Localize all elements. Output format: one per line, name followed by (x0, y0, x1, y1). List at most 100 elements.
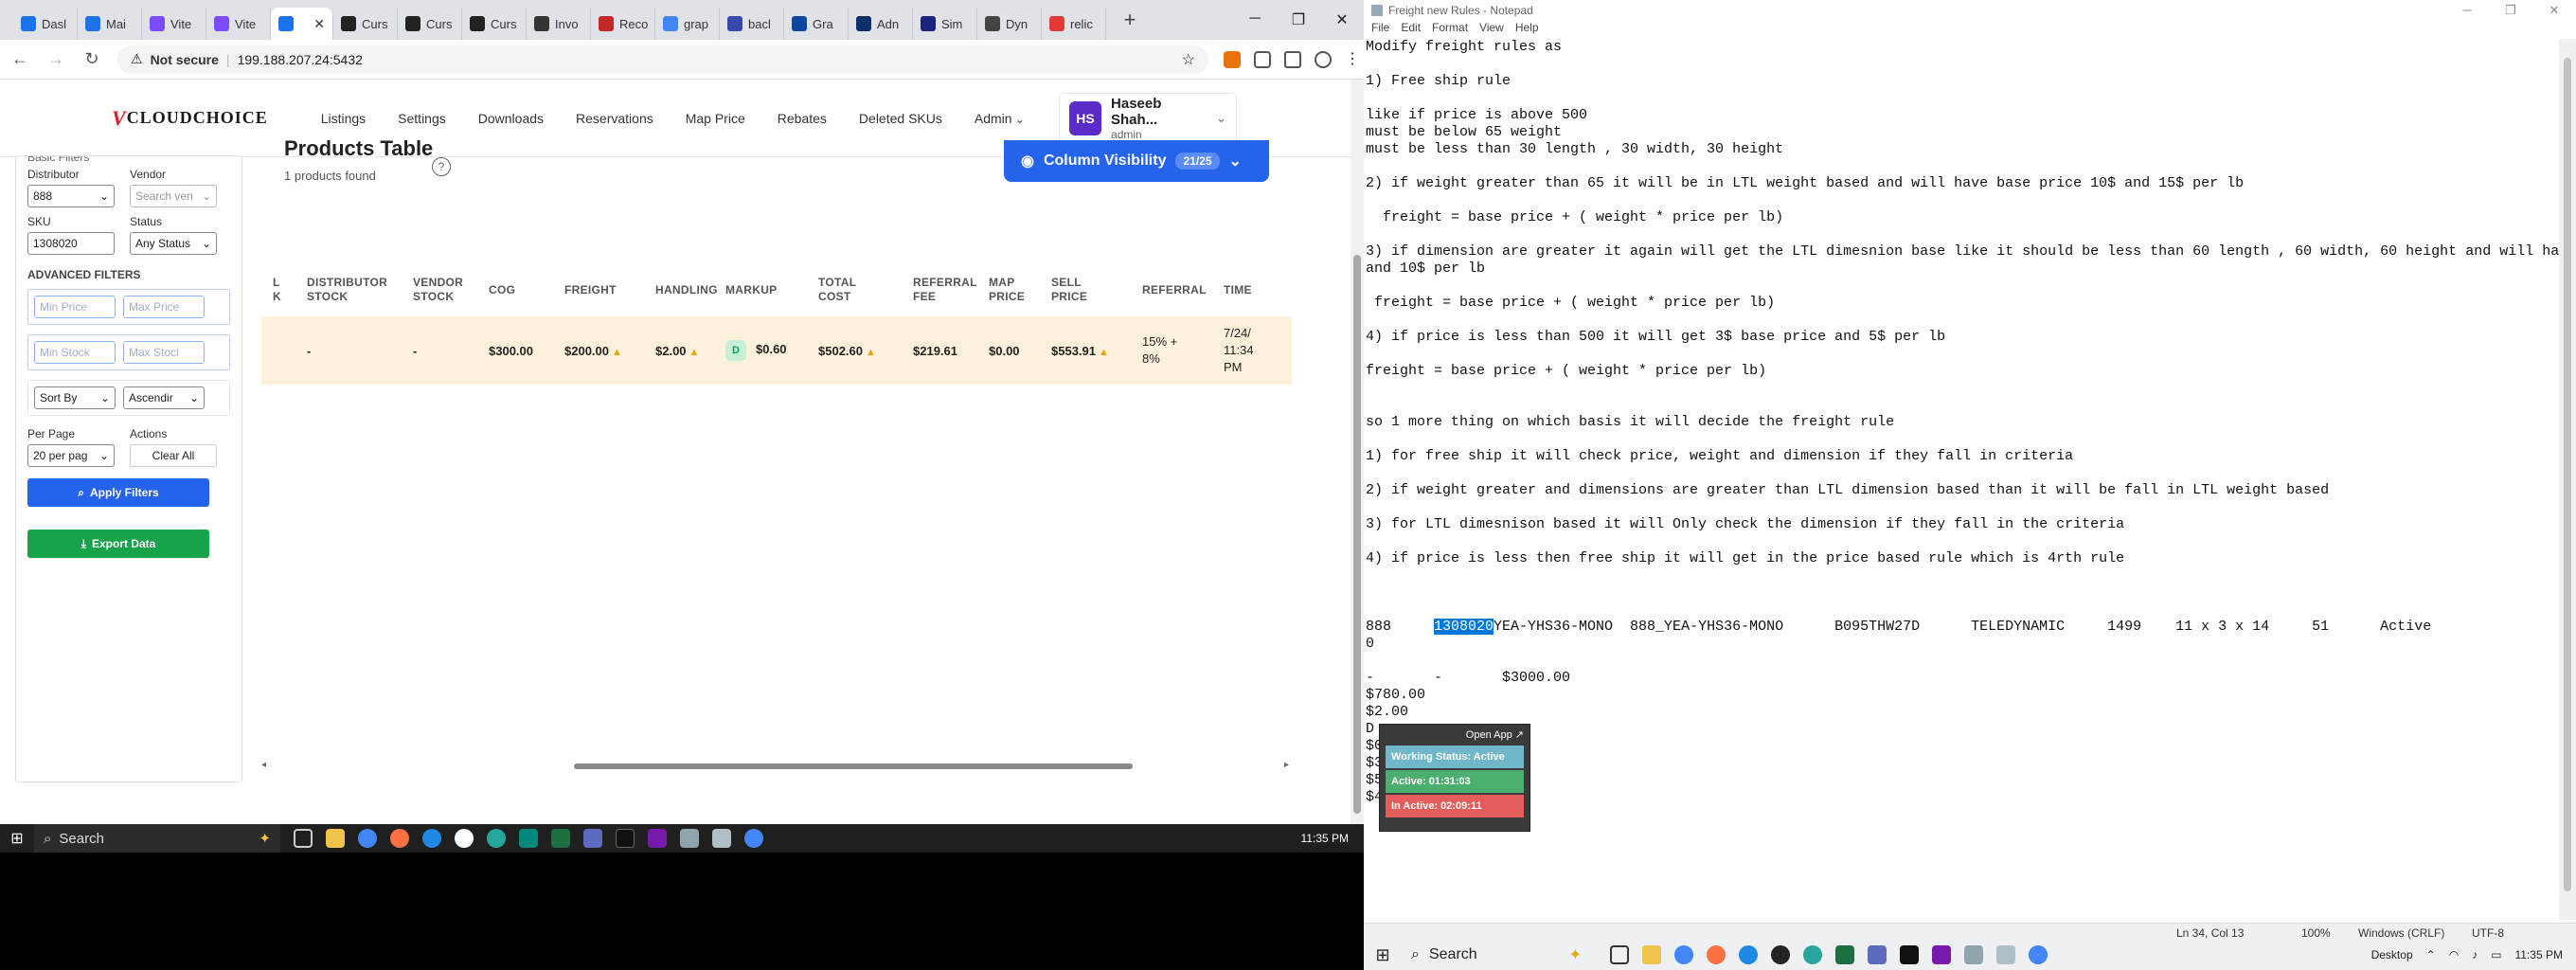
app-icon[interactable] (712, 829, 731, 848)
clock[interactable]: 11:35 PM (2515, 948, 2563, 961)
browser-tab[interactable]: Mai (78, 8, 142, 40)
minimize-icon[interactable]: ─ (1233, 10, 1277, 29)
page-vertical-scrollbar[interactable] (1351, 80, 1364, 824)
help-icon[interactable]: ? (432, 157, 451, 176)
open-app-link[interactable]: Open App ↗ (1380, 725, 1530, 744)
browser-tab[interactable]: Curs (398, 8, 462, 40)
nav-link-listings[interactable]: Listings (321, 111, 366, 126)
column-header[interactable]: MARKUP (714, 283, 807, 297)
omnibox[interactable]: ⚠ Not secure | 199.188.207.24:5432 ☆ (117, 45, 1208, 74)
security-label[interactable]: Not secure (151, 52, 219, 67)
sku-input[interactable]: 1308020 (27, 232, 115, 255)
nav-link-deleted-skus[interactable]: Deleted SKUs (859, 111, 942, 126)
not-secure-icon[interactable]: ⚠ (131, 51, 143, 67)
sidepanel-icon[interactable] (1284, 50, 1301, 68)
puzzle-icon[interactable] (1254, 50, 1271, 68)
browser-tab[interactable]: Gra (784, 8, 849, 40)
app-icon[interactable] (1996, 945, 2015, 964)
onenote-icon[interactable] (1932, 945, 1951, 964)
restore-icon[interactable]: ❐ (1277, 10, 1320, 29)
menu-edit[interactable]: Edit (1401, 21, 1421, 38)
battery-icon[interactable]: ▭ (2491, 948, 2501, 961)
column-header[interactable]: REFERRAL FEE (902, 276, 977, 304)
min-stock-input[interactable]: Min Stock (34, 341, 116, 364)
scroll-left-icon[interactable]: ◂ (261, 760, 266, 770)
browser-tab[interactable]: relic (1042, 8, 1106, 40)
browser-tab[interactable]: Curs (333, 8, 398, 40)
scrollbar-thumb[interactable] (574, 763, 1133, 769)
url-text[interactable]: 199.188.207.24:5432 (238, 52, 363, 67)
browser-tab[interactable]: Vite (206, 8, 271, 40)
browser-tab[interactable]: Vite (142, 8, 206, 40)
profile-icon[interactable] (1315, 50, 1332, 68)
chrome-icon[interactable] (358, 829, 377, 848)
notepad-text-area[interactable]: Modify freight rules as 1) Free ship rul… (1366, 39, 2576, 931)
cell-freight[interactable]: $200.00 ▲ (553, 344, 644, 358)
nav-link-admin[interactable]: Admin (975, 111, 1025, 126)
new-tab-button[interactable]: + (1116, 8, 1144, 32)
browser-tab[interactable]: grap (655, 8, 720, 40)
app-icon[interactable] (1707, 945, 1726, 964)
column-header[interactable]: REFERRAL (1131, 283, 1212, 297)
extension-icon[interactable] (1224, 50, 1241, 68)
column-header[interactable]: TIME (1212, 283, 1269, 297)
user-menu[interactable]: HS Haseeb Shah... admin ⌄ (1058, 92, 1237, 144)
close-icon[interactable]: ✕ (1320, 10, 1364, 29)
windows-start-icon[interactable]: ⊞ (0, 829, 34, 848)
cursor-icon[interactable] (1900, 945, 1919, 964)
onenote-icon[interactable] (648, 829, 667, 848)
desktop-label[interactable]: Desktop (2371, 948, 2413, 961)
app-icon[interactable] (487, 829, 506, 848)
excel-icon[interactable] (551, 829, 570, 848)
cloudchoice-logo[interactable]: V CLOUDCHOICE (112, 106, 268, 131)
sort-by-select[interactable]: Sort By ⌄ (34, 386, 116, 409)
scrollbar-thumb[interactable] (2564, 58, 2571, 891)
column-header[interactable]: L K (261, 276, 295, 304)
browser-tab[interactable]: Curs (462, 8, 527, 40)
chevron-up-icon[interactable]: ⌃ (2426, 948, 2436, 961)
back-icon[interactable]: ← (9, 49, 30, 69)
nav-link-downloads[interactable]: Downloads (478, 111, 544, 126)
browser-tab[interactable]: Dasl (13, 8, 78, 40)
volume-icon[interactable]: ♪ (2472, 948, 2478, 961)
column-header[interactable]: HANDLING (644, 283, 717, 297)
app-icon[interactable] (390, 829, 409, 848)
nav-link-rebates[interactable]: Rebates (778, 111, 827, 126)
notepad-icon[interactable] (680, 829, 699, 848)
column-header[interactable]: DISTRIBUTOR STOCK (295, 276, 402, 304)
taskbar-search[interactable]: ⌕ Search ✦ (1402, 942, 1591, 968)
browser-tab[interactable]: ✕ (271, 8, 333, 40)
nav-link-settings[interactable]: Settings (398, 111, 446, 126)
scroll-right-icon[interactable]: ▸ (1284, 760, 1289, 770)
bookmark-star-icon[interactable]: ☆ (1182, 50, 1195, 69)
close-icon[interactable]: ✕ (2532, 3, 2576, 18)
excel-icon[interactable] (1835, 945, 1854, 964)
cell-handling[interactable]: $2.00 ▲ (644, 344, 714, 358)
per-page-select[interactable]: 20 per pag ⌄ (27, 444, 115, 467)
vscode-icon[interactable] (583, 829, 602, 848)
scrollbar-thumb[interactable] (1353, 255, 1361, 814)
app-icon[interactable] (519, 829, 538, 848)
clear-all-button[interactable]: Clear All (130, 444, 217, 467)
zoom-icon[interactable] (422, 829, 441, 848)
distributor-select[interactable]: 888 ⌄ (27, 185, 115, 207)
browser-tab[interactable]: bacl (720, 8, 784, 40)
nav-link-reservations[interactable]: Reservations (576, 111, 653, 126)
task-view-icon[interactable] (294, 829, 313, 848)
browser-tab[interactable]: Sim (913, 8, 977, 40)
task-view-icon[interactable] (1610, 945, 1629, 964)
browser-tab[interactable]: Reco (591, 8, 655, 40)
browser-tab[interactable]: Invo (527, 8, 591, 40)
column-header[interactable]: FREIGHT (553, 283, 644, 297)
export-data-button[interactable]: ⤓ Export Data (27, 530, 209, 558)
forward-icon[interactable]: → (45, 49, 66, 69)
column-visibility-button[interactable]: ◉ Column Visibility 21/25 ⌄ (1004, 140, 1269, 182)
wifi-icon[interactable]: ◠ (2449, 948, 2459, 961)
cell-total-cost[interactable]: $502.60 ▲ (807, 344, 902, 358)
windows-start-icon[interactable]: ⊞ (1364, 945, 1402, 965)
column-header[interactable]: SELL PRICE (1040, 276, 1131, 304)
status-select[interactable]: Any Status ⌄ (130, 232, 217, 255)
app-icon[interactable] (1771, 945, 1790, 964)
menu-help[interactable]: Help (1515, 21, 1539, 38)
menu-format[interactable]: Format (1432, 21, 1468, 38)
